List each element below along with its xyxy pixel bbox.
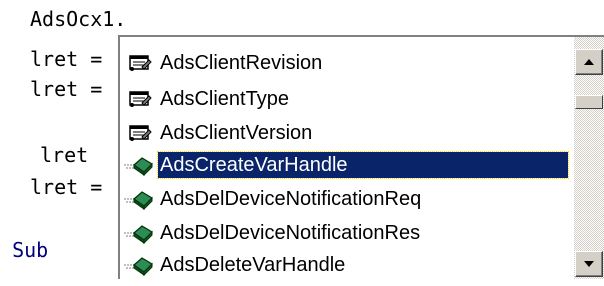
- list-item-adsdeldevicenotificationres[interactable]: AdsDelDeviceNotificationRes: [120, 217, 422, 249]
- list-item-label: AdsDeleteVarHandle: [160, 254, 346, 276]
- property-icon: [120, 47, 158, 79]
- code-line-4: lret: [40, 143, 89, 167]
- method-icon: [120, 249, 158, 281]
- scroll-thumb[interactable]: [575, 95, 603, 109]
- list-item-adsclientversion[interactable]: AdsClientVersion: [120, 117, 314, 149]
- code-line-5: lret =: [30, 175, 103, 199]
- scroll-up-button[interactable]: [575, 49, 603, 75]
- code-line-end-sub: d Sub: [0, 238, 49, 262]
- list-item-adsdeldevicenotificationreq[interactable]: AdsDelDeviceNotificationReq: [120, 183, 423, 215]
- method-icon: [120, 217, 158, 249]
- list-item-adsclienttype[interactable]: AdsClientType: [120, 83, 291, 115]
- arrow-down-icon: [584, 261, 594, 267]
- autocomplete-dropdown[interactable]: AdsClientRevision AdsClientType AdsClien…: [118, 35, 604, 279]
- list-item-label: AdsDelDeviceNotificationRes: [160, 222, 421, 244]
- property-icon: [120, 117, 158, 149]
- method-icon: [120, 183, 158, 215]
- list-item-label: AdsClientVersion: [160, 122, 313, 144]
- scroll-down-button[interactable]: [575, 251, 603, 277]
- vertical-scrollbar[interactable]: [574, 37, 604, 279]
- list-item-adscreatevarhandle[interactable]: AdsCreateVarHandle: [120, 149, 569, 181]
- list-item-adsdeletevarhandle[interactable]: AdsDeleteVarHandle: [120, 249, 347, 281]
- list-item-label: AdsCreateVarHandle: [157, 151, 569, 179]
- property-icon: [120, 83, 158, 115]
- code-line-3: lret =: [30, 77, 103, 101]
- list-item-label: AdsDelDeviceNotificationReq: [160, 188, 422, 210]
- arrow-up-icon: [584, 59, 594, 65]
- code-line-2: lret =: [30, 47, 103, 71]
- list-item-label: AdsClientRevision: [160, 52, 323, 74]
- method-icon: [120, 149, 158, 181]
- code-line-1: AdsOcx1.: [30, 7, 127, 31]
- list-item-adsclientrevision[interactable]: AdsClientRevision: [120, 47, 324, 79]
- list-item-label: AdsClientType: [160, 88, 289, 110]
